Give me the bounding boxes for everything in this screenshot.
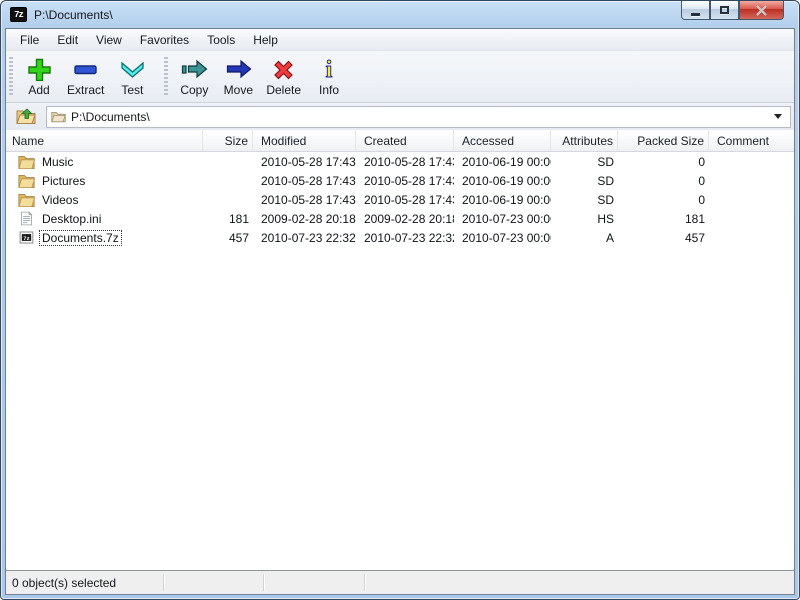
maximize-icon	[720, 6, 729, 14]
info-button[interactable]: i Info	[307, 55, 351, 97]
ini-file-icon	[18, 211, 35, 226]
column-header-packed-size[interactable]: Packed Size	[618, 130, 709, 151]
column-header-modified[interactable]: Modified	[253, 130, 356, 151]
file-list-body: Music 2010-05-28 17:43 2010-05-28 17:43 …	[6, 152, 794, 570]
toolbar-button-label: Copy	[180, 83, 208, 97]
menu-help[interactable]: Help	[244, 31, 287, 49]
table-row[interactable]: Desktop.ini 181 2009-02-28 20:18 2009-02…	[6, 209, 794, 228]
column-header-accessed[interactable]: Accessed	[454, 130, 551, 151]
maximize-button[interactable]	[710, 1, 739, 20]
svg-text:i: i	[326, 57, 333, 81]
move-button[interactable]: Move	[216, 55, 260, 97]
extract-button[interactable]: Extract	[61, 55, 110, 97]
toolbar: Add Extract Test	[6, 51, 794, 103]
title-bar[interactable]: 7z P:\Documents\	[1, 1, 799, 28]
column-header-created[interactable]: Created	[356, 130, 454, 151]
test-check-icon	[119, 57, 146, 81]
folder-icon	[18, 192, 35, 207]
client-area: File Edit View Favorites Tools Help Add	[5, 28, 795, 595]
address-combo-box[interactable]: P:\Documents\	[46, 106, 791, 128]
address-path[interactable]: P:\Documents\	[71, 110, 774, 124]
move-arrow-icon	[225, 57, 252, 81]
7zip-app-icon: 7z	[10, 7, 27, 22]
menu-edit[interactable]: Edit	[48, 31, 87, 49]
table-row[interactable]: Videos 2010-05-28 17:43 2010-05-28 17:43…	[6, 190, 794, 209]
folder-icon	[18, 154, 35, 169]
window-controls	[681, 1, 784, 20]
toolbar-button-label: Add	[28, 83, 49, 97]
copy-button[interactable]: Copy	[172, 55, 216, 97]
file-list: Name Size Modified Created Accessed Attr…	[6, 130, 794, 570]
menu-file[interactable]: File	[11, 31, 48, 49]
toolbar-group-archive: Add Extract Test	[17, 51, 154, 102]
toolbar-group-file-ops: Copy Move Delete i	[172, 51, 351, 102]
table-row[interactable]: 7z Documents.7z 457 2010-07-23 22:32 201…	[6, 228, 794, 247]
table-row[interactable]: Pictures 2010-05-28 17:43 2010-05-28 17:…	[6, 171, 794, 190]
menu-tools[interactable]: Tools	[198, 31, 244, 49]
copy-arrow-icon	[181, 57, 208, 81]
selection-status: 0 object(s) selected	[12, 576, 116, 590]
minimize-button[interactable]	[681, 1, 710, 20]
file-name: Music	[40, 155, 75, 169]
folder-icon	[18, 173, 35, 188]
folder-icon	[51, 110, 66, 123]
table-row[interactable]: Music 2010-05-28 17:43 2010-05-28 17:43 …	[6, 152, 794, 171]
status-divider	[364, 574, 365, 591]
file-name: Pictures	[40, 174, 87, 188]
info-icon: i	[320, 57, 338, 81]
column-header-size[interactable]: Size	[203, 130, 253, 151]
status-bar: 0 object(s) selected	[6, 570, 794, 594]
toolbar-gripper[interactable]	[9, 57, 13, 97]
column-header-comment[interactable]: Comment	[709, 130, 794, 151]
7z-archive-icon: 7z	[18, 230, 35, 245]
column-header-name[interactable]: Name	[6, 130, 203, 151]
menu-view[interactable]: View	[87, 31, 131, 49]
menu-bar: File Edit View Favorites Tools Help	[6, 29, 794, 51]
add-button[interactable]: Add	[17, 55, 61, 97]
file-name: Desktop.ini	[40, 212, 103, 226]
file-name: Documents.7z	[40, 231, 121, 245]
close-button[interactable]	[739, 1, 784, 20]
file-name: Videos	[40, 193, 80, 207]
delete-button[interactable]: Delete	[260, 55, 307, 97]
delete-x-icon	[271, 57, 296, 81]
extract-minus-icon	[72, 57, 99, 81]
toolbar-button-label: Delete	[266, 83, 301, 97]
7zip-file-manager-window: 7z P:\Documents\ File Edit View Favorite…	[0, 0, 800, 600]
toolbar-gripper[interactable]	[164, 57, 168, 97]
parent-folder-button[interactable]	[12, 105, 40, 129]
status-divider	[163, 574, 164, 591]
toolbar-button-label: Extract	[67, 83, 104, 97]
toolbar-button-label: Info	[319, 83, 339, 97]
folder-up-icon	[16, 108, 36, 125]
status-divider	[263, 574, 264, 591]
window-title: P:\Documents\	[34, 8, 113, 22]
address-bar: P:\Documents\	[6, 103, 794, 130]
close-icon	[755, 5, 768, 16]
minimize-icon	[691, 13, 700, 16]
add-plus-icon	[26, 57, 53, 81]
dropdown-arrow-icon[interactable]	[774, 114, 782, 119]
svg-text:7z: 7z	[23, 235, 30, 242]
column-header-attributes[interactable]: Attributes	[551, 130, 618, 151]
menu-favorites[interactable]: Favorites	[131, 31, 198, 49]
toolbar-button-label: Move	[224, 83, 253, 97]
toolbar-button-label: Test	[121, 83, 143, 97]
column-headers: Name Size Modified Created Accessed Attr…	[6, 130, 794, 152]
test-button[interactable]: Test	[110, 55, 154, 97]
